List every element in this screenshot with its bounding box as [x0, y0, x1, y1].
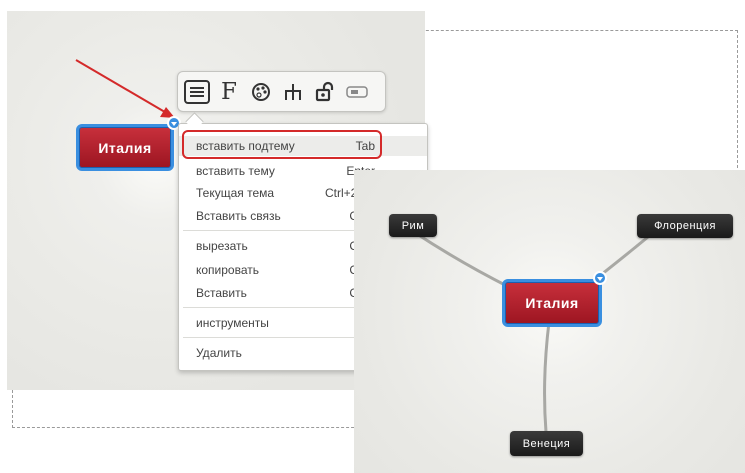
structure-icon[interactable]: [280, 79, 306, 105]
link-icon[interactable]: [312, 79, 338, 105]
topic-node-italy[interactable]: Италия: [76, 124, 174, 171]
central-topic-node-italy[interactable]: Италия: [502, 279, 602, 327]
subtopic-node-rome[interactable]: Рим: [389, 214, 437, 237]
central-topic-label: Италия: [525, 295, 579, 311]
font-icon[interactable]: F: [216, 79, 242, 105]
highlight-annotation: [182, 130, 382, 159]
menu-icon[interactable]: [184, 79, 210, 104]
mindmap-canvas-right[interactable]: Рим Флоренция Венеция Италия: [354, 170, 745, 473]
collapse-toggle-icon[interactable]: [593, 271, 607, 285]
subtopic-node-venice[interactable]: Венеция: [510, 431, 583, 456]
node-toolbar: F: [177, 71, 386, 112]
subtopic-node-florence[interactable]: Флоренция: [637, 214, 733, 238]
label-icon[interactable]: [344, 79, 370, 105]
topic-label: Италия: [98, 139, 152, 156]
palette-icon[interactable]: [248, 79, 274, 105]
